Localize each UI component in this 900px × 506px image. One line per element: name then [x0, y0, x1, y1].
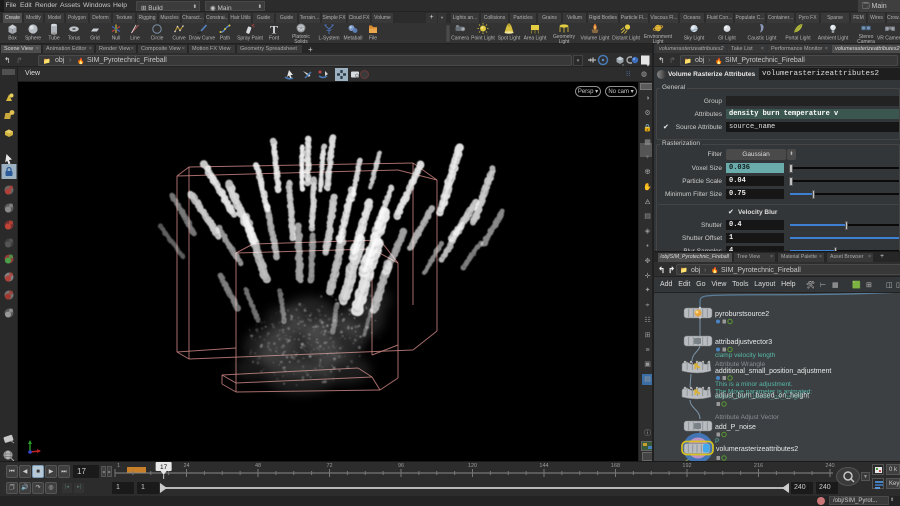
svg-text:Spot Light: Spot Light — [498, 36, 521, 42]
svg-text:Camera: Camera — [451, 36, 469, 42]
svg-text:pyroburstsource2: pyroburstsource2 — [715, 311, 769, 318]
svg-text:Tube: Tube — [48, 36, 59, 42]
svg-text:216: 216 — [754, 463, 763, 469]
svg-text:48: 48 — [255, 463, 261, 469]
svg-text:168: 168 — [611, 463, 620, 469]
svg-text:This is a minor adjustment.: This is a minor adjustment. — [715, 381, 793, 388]
svg-text:Portal Light: Portal Light — [785, 36, 811, 42]
svg-text:Sphere: Sphere — [25, 36, 41, 42]
svg-text:Ambient Light: Ambient Light — [818, 36, 849, 42]
svg-text:clamp velocity length: clamp velocity length — [715, 352, 776, 359]
svg-text:17: 17 — [160, 464, 168, 471]
svg-text:Draw Curve: Draw Curve — [189, 36, 216, 42]
svg-text:volumerasterizeattributes2: volumerasterizeattributes2 — [716, 446, 798, 453]
svg-text:Line: Line — [130, 36, 140, 42]
svg-text:1: 1 — [117, 463, 120, 469]
svg-text:72: 72 — [326, 463, 332, 469]
svg-text:VR Camera: VR Camera — [877, 36, 900, 42]
svg-text:Torus: Torus — [68, 36, 81, 42]
svg-text:Box: Box — [8, 36, 17, 42]
svg-text:Distant Light: Distant Light — [612, 36, 640, 42]
svg-text:Metaball: Metaball — [344, 36, 363, 42]
svg-text:Circle: Circle — [151, 36, 164, 42]
svg-text:Sky Light: Sky Light — [684, 36, 705, 42]
svg-text:GI Light: GI Light — [718, 36, 736, 42]
svg-text:Caustic Light: Caustic Light — [748, 36, 778, 42]
svg-text:L-System: L-System — [318, 36, 339, 42]
svg-text:Grid: Grid — [90, 36, 100, 42]
svg-text:T: T — [270, 23, 278, 37]
svg-text:96: 96 — [398, 463, 404, 469]
svg-text:Path: Path — [220, 36, 231, 42]
svg-text:Null: Null — [112, 36, 121, 42]
svg-text:Attribute Adjust Vector: Attribute Adjust Vector — [715, 414, 780, 421]
svg-text:Spray Paint: Spray Paint — [237, 36, 263, 42]
svg-text:24: 24 — [183, 463, 189, 469]
svg-text:Point Light: Point Light — [471, 36, 495, 42]
svg-text:240: 240 — [825, 463, 834, 469]
svg-text:File: File — [369, 36, 377, 42]
svg-text:attribadjustvector3: attribadjustvector3 — [715, 339, 772, 346]
svg-text:Font: Font — [269, 36, 280, 42]
svg-text:Curve: Curve — [172, 36, 186, 42]
svg-text:Area Light: Area Light — [524, 36, 547, 42]
svg-text:192: 192 — [682, 463, 691, 469]
svg-text:additional_small_position_adju: additional_small_position_adjustment — [715, 368, 831, 375]
svg-text:add_P_noise: add_P_noise — [715, 424, 756, 431]
svg-text:Attribute Wrangle: Attribute Wrangle — [715, 361, 765, 368]
svg-text:adjust_burn_based_on_height ..: adjust_burn_based_on_height ... — [715, 394, 810, 401]
svg-text:144: 144 — [539, 463, 548, 469]
svg-text:120: 120 — [468, 463, 477, 469]
svg-text:Volume Light: Volume Light — [581, 36, 611, 42]
svg-text:P: P — [715, 438, 719, 445]
